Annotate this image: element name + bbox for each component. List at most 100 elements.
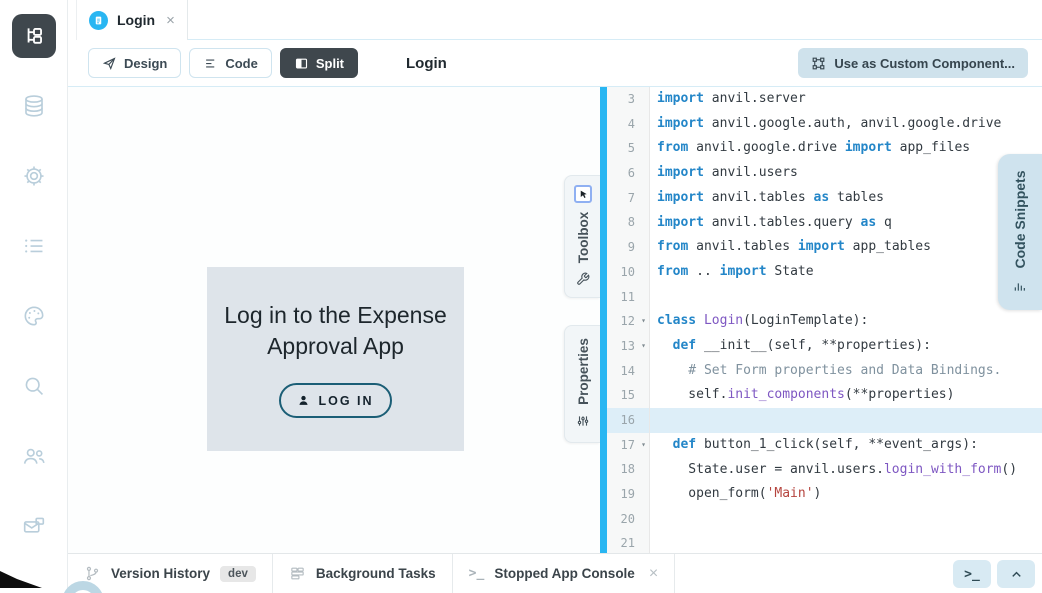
console-close-icon[interactable]: × [649, 565, 658, 583]
search-icon[interactable] [21, 373, 47, 399]
editor-code[interactable]: import anvil.serverimport anvil.google.a… [650, 87, 1042, 553]
tab-login[interactable]: Login × [76, 0, 188, 40]
email-icon[interactable] [21, 513, 47, 539]
code-editor: 3456789101112▾13▾14151617▾18192021 impor… [607, 87, 1042, 553]
editor-gutter: 3456789101112▾13▾14151617▾18192021 [607, 87, 650, 553]
fold-arrow-icon[interactable] [635, 531, 646, 553]
fold-arrow-icon[interactable] [635, 210, 646, 235]
form-icon [89, 11, 108, 30]
fold-arrow-icon[interactable] [635, 359, 646, 384]
terminal-button-glyph: >_ [964, 567, 980, 582]
code-lines-icon [203, 56, 218, 71]
bottom-bar-spacer [675, 554, 950, 593]
gutter-line[interactable]: 20 [607, 507, 649, 532]
toolbox-tab[interactable]: Toolbox [564, 175, 600, 298]
app-console-tab[interactable]: >_ Stopped App Console × [453, 554, 676, 593]
gutter-line[interactable]: 19 [607, 482, 649, 507]
fold-arrow-icon[interactable] [635, 161, 646, 186]
fold-arrow-icon[interactable] [635, 186, 646, 211]
background-tasks-tab[interactable]: Background Tasks [273, 554, 453, 593]
splitter-handle[interactable] [600, 87, 607, 553]
design-canvas[interactable]: Log in to the Expense Approval App LOG I… [68, 87, 600, 553]
sliders-icon [576, 414, 590, 428]
code-line[interactable] [650, 532, 1042, 553]
use-as-custom-component-button[interactable]: Use as Custom Component... [798, 48, 1028, 78]
fold-arrow-icon[interactable] [635, 408, 646, 433]
split-view-button[interactable]: Split [280, 48, 358, 78]
code-line[interactable] [650, 507, 1042, 532]
code-line[interactable]: open_form('Main') [650, 482, 1042, 507]
code-line[interactable]: import anvil.google.auth, anvil.google.d… [650, 112, 1042, 137]
tab-strip: Login × [68, 0, 1042, 40]
code-line[interactable]: class Login(LoginTemplate): [650, 309, 1042, 334]
fold-arrow-icon[interactable]: ▾ [635, 334, 646, 359]
users-icon[interactable] [21, 443, 47, 469]
code-line[interactable]: import anvil.users [650, 161, 1042, 186]
code-view-button[interactable]: Code [189, 48, 272, 78]
corner-logo-fragment [0, 565, 42, 593]
fold-arrow-icon[interactable] [635, 235, 646, 260]
code-line[interactable] [650, 285, 1042, 310]
gutter-line[interactable]: 12▾ [607, 309, 649, 334]
app-hierarchy-icon[interactable] [12, 14, 56, 58]
gutter-line[interactable]: 21 [607, 531, 649, 553]
gutter-line[interactable]: 4 [607, 112, 649, 137]
fold-arrow-icon[interactable] [635, 260, 646, 285]
theme-palette-icon[interactable] [21, 303, 47, 329]
login-card[interactable]: Log in to the Expense Approval App LOG I… [207, 267, 464, 451]
fold-arrow-icon[interactable]: ▾ [635, 309, 646, 334]
fold-arrow-icon[interactable] [635, 87, 646, 112]
code-line[interactable]: from anvil.tables import app_tables [650, 235, 1042, 260]
code-line[interactable] [650, 408, 1042, 433]
tab-close-icon[interactable]: × [166, 13, 175, 28]
code-line[interactable]: def button_1_click(self, **event_args): [650, 433, 1042, 458]
gutter-line[interactable]: 18 [607, 457, 649, 482]
list-icon[interactable] [21, 233, 47, 259]
code-line[interactable]: import anvil.tables.query as q [650, 211, 1042, 236]
fold-arrow-icon[interactable] [635, 112, 646, 137]
fold-arrow-icon[interactable] [635, 482, 646, 507]
code-line[interactable]: self.init_components(**properties) [650, 383, 1042, 408]
expand-panel-button[interactable] [997, 560, 1035, 588]
workspace: Log in to the Expense Approval App LOG I… [68, 87, 1042, 553]
settings-gear-icon[interactable] [21, 163, 47, 189]
gutter-line[interactable]: 6 [607, 161, 649, 186]
code-line[interactable]: from anvil.google.drive import app_files [650, 136, 1042, 161]
fold-arrow-icon[interactable]: ▾ [635, 433, 646, 458]
database-icon[interactable] [21, 93, 47, 119]
card-title-label[interactable]: Log in to the Expense Approval App [207, 300, 464, 362]
code-line[interactable]: from .. import State [650, 260, 1042, 285]
fold-arrow-icon[interactable] [635, 507, 646, 532]
gutter-line[interactable]: 16 [607, 408, 649, 433]
fold-arrow-icon[interactable] [635, 136, 646, 161]
code-snippets-tab[interactable]: Code Snippets [998, 154, 1042, 310]
code-line[interactable]: State.user = anvil.users.login_with_form… [650, 458, 1042, 483]
fold-arrow-icon[interactable] [635, 457, 646, 482]
fold-arrow-icon[interactable] [635, 285, 646, 310]
transform-box-icon [811, 56, 826, 71]
gutter-line[interactable]: 11 [607, 285, 649, 310]
gutter-line[interactable]: 15 [607, 383, 649, 408]
design-view-button[interactable]: Design [88, 48, 181, 78]
gutter-line[interactable]: 7 [607, 186, 649, 211]
toolbar: Design Code Split Login [68, 40, 1042, 87]
code-line[interactable]: def __init__(self, **properties): [650, 334, 1042, 359]
gutter-line[interactable]: 5 [607, 136, 649, 161]
properties-tab[interactable]: Properties [564, 325, 600, 443]
split-view-label: Split [316, 56, 344, 71]
pointer-tool-icon[interactable] [574, 185, 592, 203]
gutter-line[interactable]: 8 [607, 210, 649, 235]
gutter-line[interactable]: 13▾ [607, 334, 649, 359]
terminal-button[interactable]: >_ [953, 560, 991, 588]
stacked-tasks-icon [289, 565, 306, 582]
code-line[interactable]: import anvil.server [650, 87, 1042, 112]
gutter-line[interactable]: 14 [607, 359, 649, 384]
log-in-button[interactable]: LOG IN [279, 383, 391, 418]
gutter-line[interactable]: 17▾ [607, 433, 649, 458]
gutter-line[interactable]: 9 [607, 235, 649, 260]
fold-arrow-icon[interactable] [635, 383, 646, 408]
gutter-line[interactable]: 3 [607, 87, 649, 112]
code-line[interactable]: import anvil.tables as tables [650, 186, 1042, 211]
code-line[interactable]: # Set Form properties and Data Bindings. [650, 359, 1042, 384]
gutter-line[interactable]: 10 [607, 260, 649, 285]
